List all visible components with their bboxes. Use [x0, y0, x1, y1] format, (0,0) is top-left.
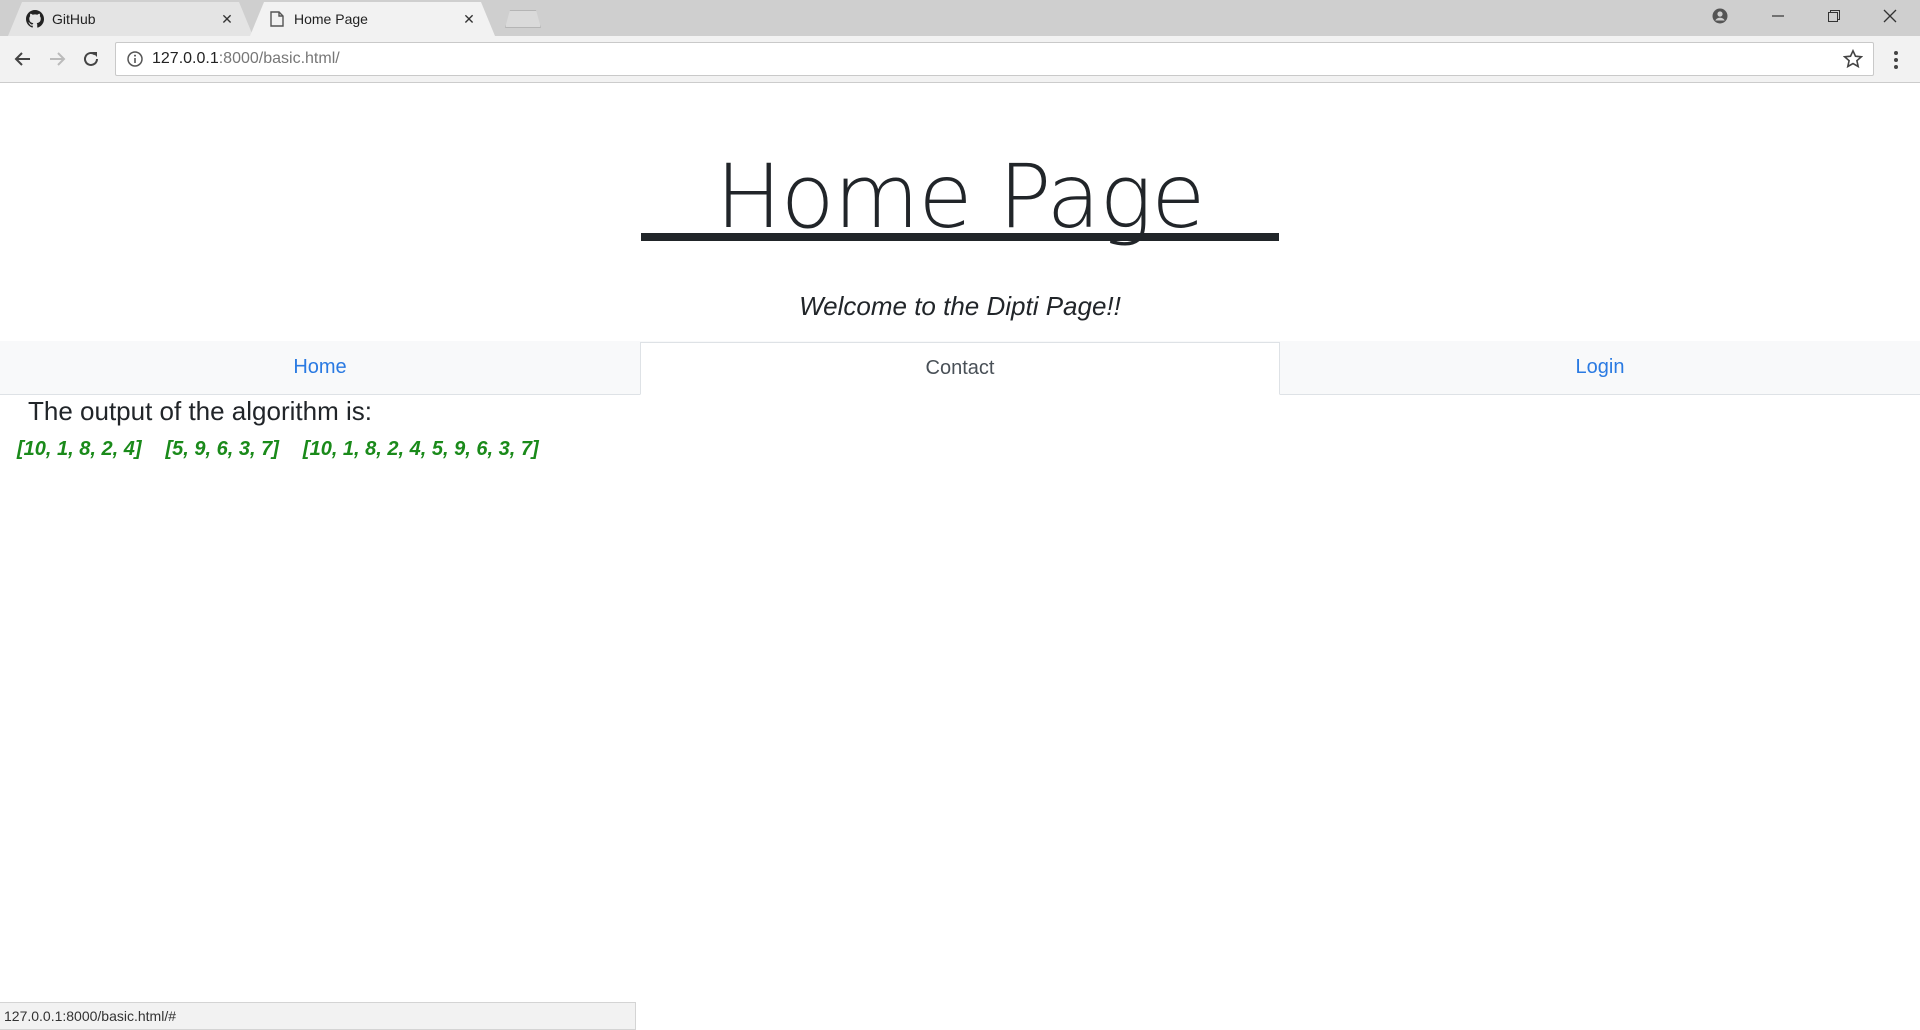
- bookmark-star-icon[interactable]: [1842, 48, 1864, 69]
- tab-github[interactable]: GitHub ✕: [8, 2, 253, 36]
- minimize-icon[interactable]: [1750, 0, 1806, 32]
- close-icon[interactable]: ✕: [219, 11, 235, 27]
- nav-tabs: Home Contact Login: [0, 341, 1920, 395]
- github-icon: [26, 10, 44, 28]
- page-title: Home Page: [715, 145, 1206, 248]
- address-bar[interactable]: 127.0.0.1:8000/basic.html/: [115, 42, 1874, 76]
- tab-login[interactable]: Login: [1280, 341, 1920, 394]
- close-window-icon[interactable]: [1862, 0, 1918, 32]
- page-icon: [268, 10, 286, 28]
- result-item: [10, 1, 8, 2, 4, 5, 9, 6, 3, 7]: [302, 438, 539, 460]
- url-text: 127.0.0.1:8000/basic.html/: [152, 50, 340, 68]
- new-tab-button[interactable]: [505, 10, 541, 28]
- profile-icon[interactable]: [1692, 0, 1748, 32]
- close-icon[interactable]: ✕: [461, 11, 477, 27]
- reload-icon[interactable]: [76, 44, 106, 74]
- page-content: Home Page Welcome to the Dipti Page!! Ho…: [0, 83, 1920, 1030]
- forward-arrow-icon[interactable]: [42, 44, 72, 74]
- info-icon[interactable]: [126, 50, 144, 68]
- status-bar: 127.0.0.1:8000/basic.html/#: [0, 1002, 636, 1030]
- tab-title: Home Page: [294, 11, 368, 27]
- restore-icon[interactable]: [1806, 0, 1862, 32]
- tab-contact[interactable]: Contact: [640, 342, 1280, 395]
- tab-strip: GitHub ✕ Home Page ✕: [0, 0, 1920, 36]
- browser-toolbar: 127.0.0.1:8000/basic.html/: [0, 36, 1920, 83]
- url-host: 127.0.0.1: [152, 50, 219, 67]
- output-heading: The output of the algorithm is:: [28, 396, 372, 426]
- back-arrow-icon[interactable]: [8, 44, 38, 74]
- page-subtitle: Welcome to the Dipti Page!!: [799, 291, 1121, 321]
- tab-home[interactable]: Home: [0, 341, 640, 394]
- tab-title: GitHub: [52, 11, 96, 27]
- menu-dots-icon[interactable]: [1884, 48, 1908, 72]
- results-list: [10, 1, 8, 2, 4] [5, 9, 6, 3, 7] [10, 1,…: [17, 438, 563, 461]
- result-item: [10, 1, 8, 2, 4]: [17, 438, 142, 460]
- result-item: [5, 9, 6, 3, 7]: [165, 438, 279, 460]
- url-path: :8000/basic.html/: [218, 50, 340, 67]
- tab-home-page[interactable]: Home Page ✕: [250, 2, 495, 36]
